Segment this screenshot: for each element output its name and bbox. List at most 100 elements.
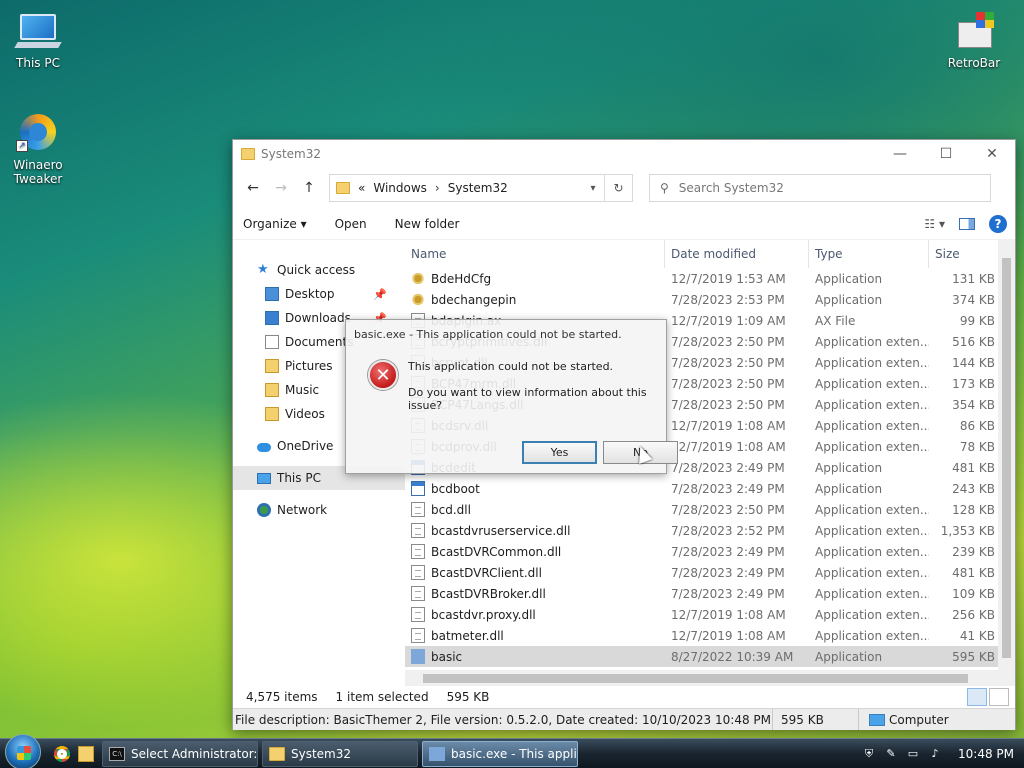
file-type: Application exten... — [815, 418, 929, 433]
nav-item-network[interactable]: Network — [233, 498, 405, 522]
open-button[interactable]: Open — [335, 217, 367, 231]
file-size: 144 KB — [952, 355, 995, 370]
column-header-type[interactable]: Type — [809, 240, 929, 268]
close-button[interactable]: ✕ — [969, 140, 1015, 168]
new-folder-button[interactable]: New folder — [395, 217, 460, 231]
preview-pane-button[interactable] — [959, 217, 975, 230]
file-name: BcastDVRCommon.dll — [431, 544, 562, 559]
folder-icon — [269, 746, 285, 761]
maximize-button[interactable]: ☐ — [923, 140, 969, 168]
address-dropdown-button[interactable]: ▾ — [582, 183, 604, 194]
chrome-icon[interactable] — [54, 745, 70, 762]
file-date: 12/7/2019 1:08 AM — [671, 607, 786, 622]
vertical-scrollbar[interactable] — [998, 240, 1015, 686]
file-type: Application exten... — [815, 355, 929, 370]
folder-icon — [336, 182, 350, 194]
file-explorer-icon[interactable] — [78, 745, 94, 762]
file-row[interactable]: BcastDVRBroker.dll 7/28/2023 2:49 PM Appli… — [405, 583, 1015, 604]
file-row[interactable]: bcastdvr.proxy.dll 12/7/2019 1:08 AM Appli… — [405, 604, 1015, 625]
search-input[interactable]: Search System32 — [679, 181, 784, 195]
clock[interactable]: 10:48 PM — [958, 747, 1014, 761]
file-size: 173 KB — [952, 376, 995, 391]
file-row[interactable]: basic 8/27/2022 10:39 AM Application 595 KB — [405, 646, 1015, 667]
nav-item-label: Network — [277, 503, 328, 517]
file-row[interactable]: batmeter.dll 12/7/2019 1:08 AM Application… — [405, 625, 1015, 646]
desktop-icon-this-pc[interactable]: This PC — [0, 12, 76, 70]
security-shield-icon[interactable]: ⛨ — [862, 747, 876, 761]
change-view-button[interactable]: ☷ ▾ — [924, 217, 945, 231]
taskbar-item-basic-exe[interactable]: basic.exe - This appli... — [422, 740, 578, 767]
breadcrumb-system32[interactable]: System32 — [448, 181, 508, 195]
title-bar[interactable]: System32 — ☐ ✕ — [233, 140, 1015, 168]
file-date: 12/7/2019 1:08 AM — [671, 439, 786, 454]
file-row[interactable]: bdechangepin 7/28/2023 2:53 PM Application… — [405, 289, 1015, 310]
file-date: 12/7/2019 1:53 AM — [671, 271, 786, 286]
file-name: BcastDVRClient.dll — [431, 565, 542, 580]
forward-button[interactable]: → — [269, 176, 293, 200]
pictures-folder-icon — [265, 359, 279, 373]
file-size: 86 KB — [959, 418, 995, 433]
computer-icon — [14, 12, 62, 52]
file-row[interactable]: bcdboot 7/28/2023 2:49 PM Application 243 K… — [405, 478, 1015, 499]
file-date: 7/28/2023 2:50 PM — [671, 376, 785, 391]
file-date: 7/28/2023 2:53 PM — [671, 292, 785, 307]
details-view-button[interactable] — [967, 688, 987, 706]
minimize-button[interactable]: — — [877, 140, 923, 168]
column-header-size[interactable]: Size — [929, 240, 999, 268]
taskbar-item-cmd[interactable]: C:\ Select Administrator:... — [102, 740, 258, 767]
window-title: System32 — [261, 147, 322, 161]
selection-size: 595 KB — [446, 690, 490, 704]
desktop-icon-winaero-tweaker[interactable]: ↗ Winaero Tweaker — [0, 114, 76, 186]
file-size: 481 KB — [952, 565, 995, 580]
column-header-name[interactable]: Name — [405, 240, 665, 268]
file-date: 7/28/2023 2:49 PM — [671, 586, 785, 601]
file-row[interactable]: BdeHdCfg 12/7/2019 1:53 AM Application 131 … — [405, 268, 1015, 289]
file-name-cell: bcd.dll — [405, 502, 665, 517]
file-size: 131 KB — [952, 271, 995, 286]
search-box[interactable]: ⚲ Search System32 — [649, 174, 991, 202]
yes-button[interactable]: Yes — [522, 441, 597, 464]
music-folder-icon — [265, 383, 279, 397]
file-type: Application exten... — [815, 523, 929, 538]
file-row[interactable]: BcastDVRClient.dll 7/28/2023 2:49 PM Appli… — [405, 562, 1015, 583]
command-prompt-icon: C:\ — [109, 746, 125, 761]
large-icons-view-button[interactable] — [989, 688, 1009, 706]
wrench-icon[interactable]: ✎ — [884, 747, 898, 761]
file-type: Application exten... — [815, 607, 929, 622]
file-name: bdechangepin — [431, 292, 517, 307]
help-button[interactable]: ? — [989, 214, 1007, 233]
volume-muted-icon[interactable]: ♪ — [928, 747, 942, 761]
application-gear-icon — [411, 292, 425, 307]
file-row[interactable]: bcd.dll 7/28/2023 2:50 PM Application exte… — [405, 499, 1015, 520]
taskbar-item-system32[interactable]: System32 — [262, 740, 418, 767]
navigation-bar: ← → ↑ « Windows › System32 ▾ ↻ ⚲ Search … — [233, 168, 1015, 208]
selection-count: 1 item selected — [335, 690, 429, 704]
back-button[interactable]: ← — [241, 176, 265, 200]
file-type: Application exten... — [815, 334, 929, 349]
nav-item-desktop[interactable]: Desktop 📌 — [233, 282, 405, 306]
breadcrumb-separator-icon: › — [434, 181, 440, 195]
nav-item-quick-access[interactable]: ★ Quick access — [233, 258, 405, 282]
file-row[interactable]: BcastDVRCommon.dll 7/28/2023 2:49 PM Appli… — [405, 541, 1015, 562]
nav-item-label: This PC — [277, 471, 321, 485]
scrollbar-thumb[interactable] — [1002, 258, 1011, 658]
start-button[interactable] — [0, 733, 46, 768]
file-size: 516 KB — [952, 334, 995, 349]
scrollbar-thumb[interactable] — [423, 674, 968, 683]
breadcrumb-overflow[interactable]: « — [358, 181, 365, 195]
folder-icon — [241, 148, 255, 160]
network-icon[interactable]: ▭ — [906, 747, 920, 761]
desktop-icon-label: Winaero Tweaker — [13, 158, 63, 186]
organize-button[interactable]: Organize ▾ — [243, 217, 307, 231]
file-row[interactable]: bcastdvruserservice.dll 7/28/2023 2:52 PM… — [405, 520, 1015, 541]
file-name: batmeter.dll — [431, 628, 504, 643]
column-header-date[interactable]: Date modified — [665, 240, 809, 268]
breadcrumb-windows[interactable]: Windows — [373, 181, 427, 195]
refresh-button[interactable]: ↻ — [604, 175, 632, 201]
item-count: 4,575 items — [246, 690, 318, 704]
desktop-icon-retrobar[interactable]: RetroBar — [936, 12, 1012, 70]
up-button[interactable]: ↑ — [297, 176, 321, 200]
horizontal-scrollbar[interactable] — [405, 670, 998, 686]
file-name-cell: BcastDVRBroker.dll — [405, 586, 665, 601]
address-bar[interactable]: « Windows › System32 ▾ ↻ — [329, 174, 633, 202]
